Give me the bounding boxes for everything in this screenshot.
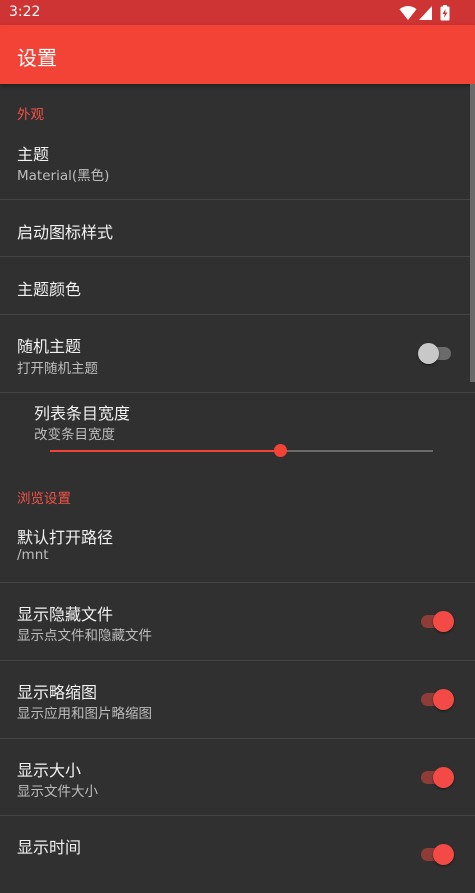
- section-header-appearance: 外观: [17, 107, 44, 123]
- setting-theme[interactable]: 主题 Material(黑色): [0, 122, 475, 199]
- setting-show-thumbnails[interactable]: 显示略缩图 显示应用和图片略缩图: [0, 661, 475, 738]
- switch-thumb: [433, 844, 454, 865]
- settings-list[interactable]: 外观 主题 Material(黑色) 启动图标样式 主题颜色 随机主题 打开随机…: [0, 84, 475, 865]
- show-thumbnails-switch[interactable]: [419, 688, 455, 710]
- setting-summary: 显示应用和图片略缩图: [17, 706, 152, 722]
- switch-thumb: [433, 611, 454, 632]
- slider-track-active: [50, 450, 280, 452]
- setting-title: 显示大小: [17, 761, 82, 780]
- status-time: 3:22: [9, 4, 41, 20]
- wifi-icon: [399, 6, 417, 20]
- switch-thumb: [418, 343, 439, 364]
- page-title: 设置: [17, 46, 57, 70]
- setting-show-hidden-files[interactable]: 显示隐藏文件 显示点文件和隐藏文件: [0, 583, 475, 660]
- setting-summary: 改变条目宽度: [34, 427, 115, 443]
- setting-summary: /mnt: [17, 547, 49, 563]
- list-item-width-slider[interactable]: [50, 444, 433, 458]
- setting-title: 主题颜色: [17, 280, 82, 299]
- setting-random-theme[interactable]: 随机主题 打开随机主题: [0, 315, 475, 392]
- setting-list-item-width[interactable]: 列表条目宽度 改变条目宽度: [0, 393, 475, 469]
- setting-default-open-path[interactable]: 默认打开路径 /mnt: [0, 505, 475, 582]
- setting-title: 列表条目宽度: [34, 404, 131, 423]
- section-header-browse-settings: 浏览设置: [17, 491, 71, 507]
- setting-title: 显示时间: [17, 838, 82, 857]
- setting-launcher-icon-style[interactable]: 启动图标样式: [0, 200, 475, 256]
- random-theme-switch[interactable]: [418, 342, 455, 364]
- scrollbar[interactable]: [470, 84, 475, 382]
- setting-title: 主题: [17, 145, 50, 164]
- setting-summary: 显示文件大小: [17, 784, 98, 800]
- show-size-switch[interactable]: [419, 766, 455, 788]
- show-time-switch[interactable]: [419, 843, 455, 865]
- setting-title: 显示略缩图: [17, 683, 98, 702]
- switch-thumb: [433, 767, 454, 788]
- setting-theme-color[interactable]: 主题颜色: [0, 257, 475, 314]
- switch-thumb: [433, 689, 454, 710]
- battery-charging-icon: [440, 5, 450, 21]
- setting-summary: 显示点文件和隐藏文件: [17, 628, 152, 644]
- setting-show-time[interactable]: 显示时间: [0, 816, 475, 893]
- setting-summary: 打开随机主题: [17, 361, 98, 377]
- setting-title: 显示隐藏文件: [17, 605, 114, 624]
- slider-thumb[interactable]: [274, 444, 287, 457]
- setting-show-size[interactable]: 显示大小 显示文件大小: [0, 739, 475, 816]
- status-bar: 3:22: [0, 0, 475, 25]
- show-hidden-files-switch[interactable]: [419, 610, 455, 632]
- setting-summary: Material(黑色): [17, 168, 110, 184]
- slider-track-inactive: [280, 450, 433, 452]
- cell-signal-icon: [419, 6, 432, 20]
- setting-title: 默认打开路径: [17, 528, 114, 547]
- setting-title: 启动图标样式: [17, 223, 114, 242]
- setting-title: 随机主题: [17, 337, 82, 356]
- app-bar: 设置: [0, 25, 475, 84]
